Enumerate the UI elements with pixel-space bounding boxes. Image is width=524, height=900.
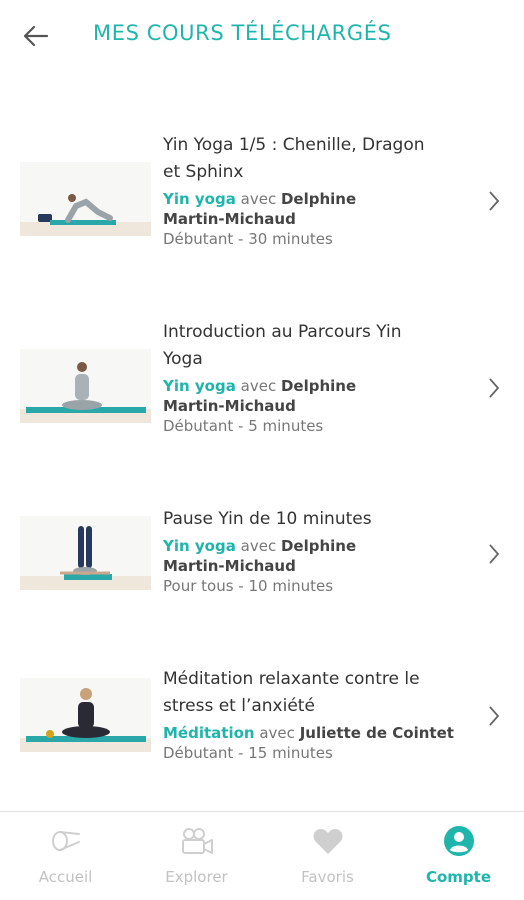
course-level: Débutant - 30 minutes (163, 230, 333, 248)
course-item[interactable]: Yin Yoga 1/5 : Chenille, Dragon et Sphin… (0, 132, 524, 262)
course-meta: Yin yoga avec Delphine Martin-Michaud (163, 189, 473, 229)
chevron-right-icon (486, 189, 502, 213)
course-title: Introduction au Parcours Yin Yoga (163, 319, 473, 373)
course-item[interactable]: Pause Yin de 10 minutes Yin yoga avec De… (0, 506, 524, 616)
arrow-left-icon (23, 25, 49, 47)
account-icon (443, 824, 475, 858)
course-title-line: Yin Yoga 1/5 : Chenille, Dragon (163, 135, 425, 155)
course-meta: Méditation avec Juliette de Cointet (163, 723, 473, 743)
course-title: Méditation relaxante contre le stress et… (163, 666, 473, 720)
course-title-line: Méditation relaxante contre le (163, 669, 420, 689)
course-level: Débutant - 15 minutes (163, 744, 333, 762)
tab-accueil[interactable]: Accueil (0, 812, 131, 900)
course-level: Pour tous - 10 minutes (163, 577, 334, 595)
course-category: Yin yoga (163, 190, 236, 208)
course-category: Méditation (163, 724, 255, 742)
tab-explorer[interactable]: Explorer (131, 812, 262, 900)
bottom-navigation: Accueil Explorer Favoris Compte (0, 811, 524, 900)
course-teacher: Juliette de Cointet (299, 724, 454, 742)
course-thumbnail (20, 162, 151, 236)
course-info: Introduction au Parcours Yin Yoga Yin yo… (163, 319, 473, 436)
course-info: Méditation relaxante contre le stress et… (163, 666, 473, 763)
course-teacher: Delphine (280, 377, 357, 395)
tab-label: Explorer (165, 868, 228, 886)
course-title-line: Yoga (163, 349, 203, 369)
course-item[interactable]: Introduction au Parcours Yin Yoga Yin yo… (0, 319, 524, 449)
course-teacher: Delphine (280, 190, 357, 208)
back-button[interactable] (18, 20, 54, 52)
tab-label: Compte (425, 868, 492, 886)
course-title-line: Pause Yin de 10 minutes (163, 509, 372, 529)
course-title: Yin Yoga 1/5 : Chenille, Dragon et Sphin… (163, 132, 473, 186)
top-app-bar: MES COURS TÉLÉCHARGÉS (0, 0, 524, 72)
course-title-line: Introduction au Parcours Yin (163, 322, 402, 342)
tab-favoris[interactable]: Favoris (262, 812, 393, 900)
course-connector: avec (240, 537, 277, 555)
video-camera-icon (180, 824, 214, 858)
tab-label: Accueil (38, 868, 93, 886)
course-level: Débutant - 5 minutes (163, 417, 324, 435)
course-info: Pause Yin de 10 minutes Yin yoga avec De… (163, 506, 473, 596)
course-thumbnail (20, 349, 151, 423)
heart-icon (312, 824, 344, 858)
yoga-mat-icon (50, 824, 82, 858)
course-title-line: et Sphinx (163, 162, 244, 182)
course-category: Yin yoga (163, 377, 236, 395)
tab-compte[interactable]: Compte (393, 812, 524, 900)
course-connector: avec (240, 190, 277, 208)
tab-label: Favoris (301, 868, 354, 886)
course-meta: Yin yoga avec Delphine Martin-Michaud (163, 376, 473, 416)
course-title: Pause Yin de 10 minutes (163, 506, 473, 533)
page-title: MES COURS TÉLÉCHARGÉS (93, 21, 392, 45)
course-category: Yin yoga (163, 537, 236, 555)
course-meta: Yin yoga avec Delphine Martin-Michaud (163, 536, 473, 576)
course-teacher: Martin-Michaud (163, 210, 296, 228)
chevron-right-icon (486, 376, 502, 400)
chevron-right-icon (486, 704, 502, 728)
course-teacher: Martin-Michaud (163, 397, 296, 415)
course-thumbnail (20, 516, 151, 590)
course-teacher: Martin-Michaud (163, 557, 296, 575)
course-title-line: stress et l’anxiété (163, 696, 315, 716)
course-item[interactable]: Méditation relaxante contre le stress et… (0, 666, 524, 776)
course-connector: avec (259, 724, 295, 742)
course-teacher: Delphine (280, 537, 357, 555)
course-connector: avec (240, 377, 277, 395)
course-thumbnail (20, 678, 151, 752)
course-info: Yin Yoga 1/5 : Chenille, Dragon et Sphin… (163, 132, 473, 249)
chevron-right-icon (486, 542, 502, 566)
